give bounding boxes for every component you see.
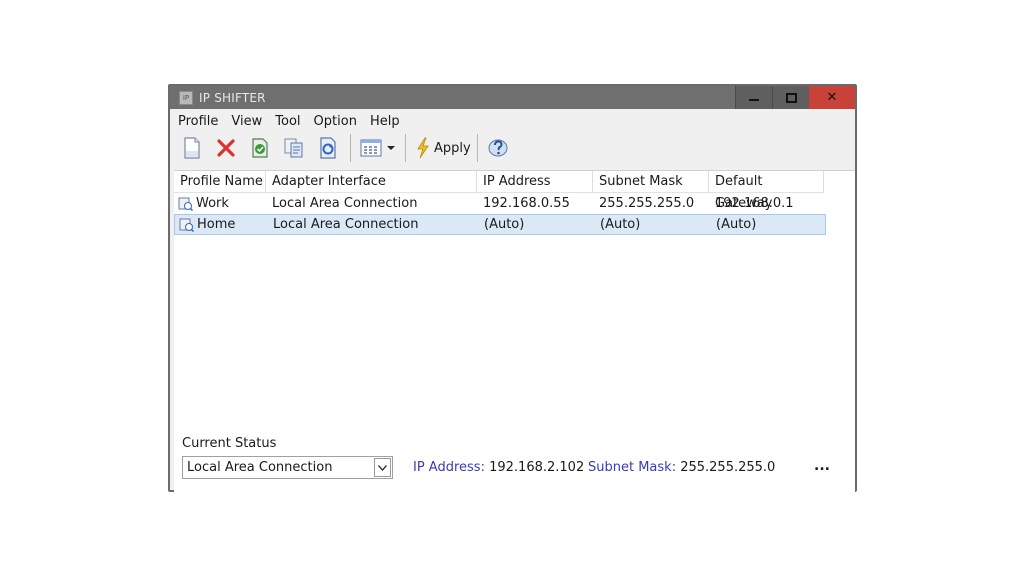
- menu-profile[interactable]: Profile: [178, 114, 218, 129]
- view-mode-button[interactable]: [357, 134, 385, 162]
- status-mask-value: 255.255.255.0: [680, 460, 776, 475]
- lightning-icon: [417, 137, 429, 159]
- table-header: Profile Name Adapter Interface IP Addres…: [174, 171, 824, 211]
- window-controls: ✕: [735, 86, 855, 109]
- column-header-profile-name[interactable]: Profile Name: [174, 171, 266, 193]
- ip-cell: (Auto): [484, 217, 525, 232]
- adapter-select[interactable]: Local Area Connection: [182, 456, 393, 479]
- column-header-adapter-interface[interactable]: Adapter Interface: [266, 171, 477, 193]
- toolbar: Apply: [178, 132, 518, 164]
- copy-button[interactable]: [280, 134, 308, 162]
- status-subnet-mask: Subnet Mask: 255.255.255.0: [588, 460, 775, 475]
- help-icon: [488, 139, 508, 157]
- status-mask-key: Subnet Mask:: [588, 460, 677, 475]
- current-status-label: Current Status: [182, 436, 277, 451]
- menu-tool[interactable]: Tool: [275, 114, 300, 129]
- toolbar-separator: [405, 134, 406, 162]
- toolbar-separator: [350, 134, 351, 162]
- status-ip-value: 192.168.2.102: [489, 460, 585, 475]
- toolbar-separator: [476, 134, 478, 162]
- adapter-select-value: Local Area Connection: [187, 460, 333, 475]
- table-row[interactable]: Work Local Area Connection 192.168.0.55 …: [174, 193, 826, 214]
- profile-name-cell: Home: [175, 217, 267, 232]
- profile-icon: [179, 218, 194, 232]
- maximize-button[interactable]: [772, 86, 809, 109]
- save-check-icon: [252, 138, 268, 158]
- gateway-cell: (Auto): [716, 217, 757, 232]
- column-header-default-gateway[interactable]: Default Gateway: [709, 171, 824, 211]
- menu-bar: Profile View Tool Option Help: [178, 111, 413, 131]
- dropdown-arrow-icon: [387, 146, 395, 150]
- delete-icon: [217, 139, 235, 157]
- menu-help[interactable]: Help: [370, 114, 400, 129]
- mask-cell: 255.255.255.0: [599, 196, 695, 211]
- adapter-cell: Local Area Connection: [272, 196, 418, 211]
- app-icon: IP: [179, 90, 193, 105]
- column-header-ip-address[interactable]: IP Address: [477, 171, 593, 193]
- maximize-icon: [785, 92, 797, 103]
- chevron-down-icon[interactable]: [374, 458, 391, 477]
- status-ip-address: IP Address: 192.168.2.102: [413, 460, 584, 475]
- gateway-cell: 192.168.0.1: [715, 196, 794, 211]
- mask-cell: (Auto): [600, 217, 641, 232]
- column-header-subnet-mask[interactable]: Subnet Mask: [593, 171, 709, 193]
- refresh-button[interactable]: [314, 134, 342, 162]
- refresh-icon: [320, 137, 336, 159]
- minimize-button[interactable]: [735, 86, 772, 109]
- menu-view[interactable]: View: [231, 114, 262, 129]
- profile-icon: [178, 197, 193, 211]
- new-profile-button[interactable]: [178, 134, 206, 162]
- view-grid-icon: [360, 139, 382, 157]
- table-row-selected[interactable]: Home Local Area Connection (Auto) (Auto)…: [174, 214, 826, 235]
- ip-cell: 192.168.0.55: [483, 196, 570, 211]
- more-button[interactable]: ...: [814, 458, 830, 474]
- profile-name-cell: Work: [174, 196, 266, 211]
- minimize-icon: [749, 98, 759, 101]
- copy-icon: [284, 138, 303, 158]
- delete-button[interactable]: [212, 134, 240, 162]
- view-mode-dropdown[interactable]: [385, 134, 397, 162]
- apply-label: Apply: [434, 140, 471, 156]
- save-button[interactable]: [246, 134, 274, 162]
- new-profile-icon: [184, 137, 200, 159]
- app-window: IP IP SHIFTER ✕ Profile View Tool Option…: [168, 84, 857, 517]
- title-bar[interactable]: IP IP SHIFTER ✕: [170, 86, 855, 109]
- adapter-cell: Local Area Connection: [273, 217, 419, 232]
- menu-option[interactable]: Option: [314, 114, 357, 129]
- close-button[interactable]: ✕: [809, 86, 855, 109]
- apply-button[interactable]: Apply: [412, 134, 475, 162]
- help-button[interactable]: [484, 134, 512, 162]
- profile-name: Work: [196, 196, 229, 211]
- window-title: IP SHIFTER: [199, 90, 266, 105]
- profile-name: Home: [197, 217, 236, 232]
- status-ip-key: IP Address:: [413, 460, 485, 475]
